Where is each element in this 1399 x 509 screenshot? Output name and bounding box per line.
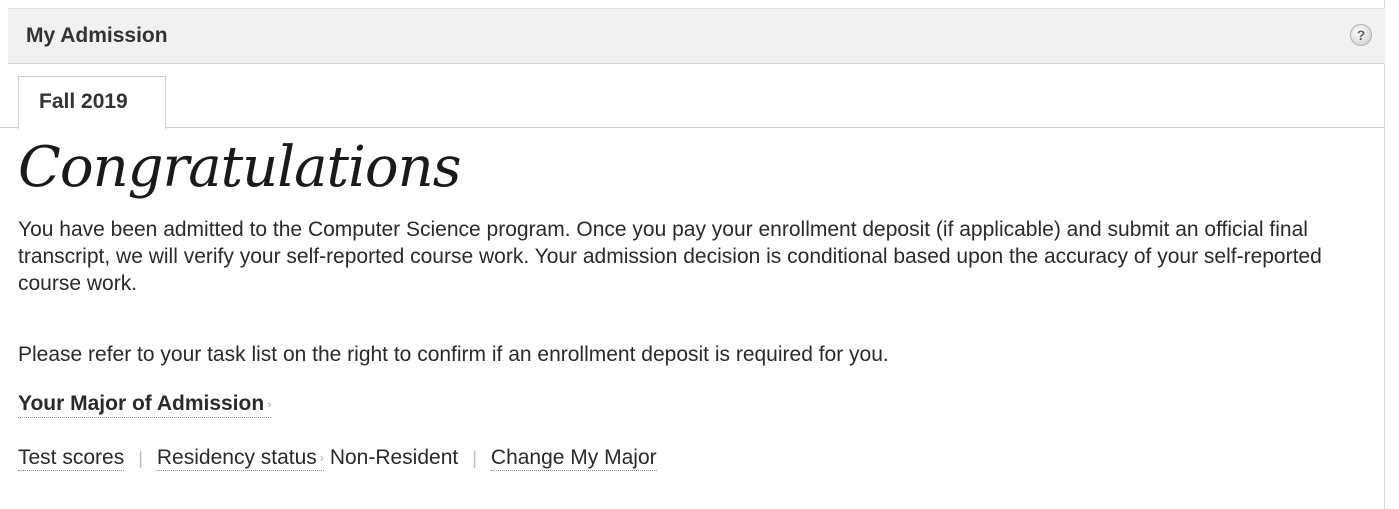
major-of-admission-label: Your Major of Admission: [18, 392, 265, 415]
help-icon[interactable]: ?: [1350, 24, 1372, 46]
deposit-notice: Please refer to your task list on the ri…: [18, 343, 889, 366]
admission-links-row: Test scores | Residency status › Non-Residen…: [18, 446, 657, 471]
tab-fall-2019[interactable]: Fall 2019: [18, 76, 166, 129]
admission-message: You have been admitted to the Computer S…: [18, 218, 1322, 295]
separator: |: [472, 448, 477, 468]
residency-status-value: Non-Resident: [329, 446, 459, 469]
congratulations-heading: Congratulations: [18, 135, 461, 200]
tab-label: Fall 2019: [39, 90, 128, 113]
admission-panel: My Admission ? Fall 2019 Congratulations…: [0, 0, 1385, 509]
major-of-admission-link[interactable]: Your Major of Admission ›: [18, 392, 272, 418]
panel-title: My Admission: [26, 24, 168, 47]
change-major-link[interactable]: Change My Major: [490, 446, 657, 471]
chevron-right-icon: ›: [319, 451, 324, 465]
test-scores-link[interactable]: Test scores: [18, 446, 125, 471]
separator: |: [138, 448, 143, 468]
chevron-right-icon: ›: [267, 397, 272, 411]
term-tabs: Fall 2019: [0, 64, 1385, 129]
residency-status-label: Residency status: [156, 446, 317, 469]
panel-header: My Admission ?: [8, 8, 1385, 64]
residency-status-link[interactable]: Residency status ›: [156, 446, 324, 471]
